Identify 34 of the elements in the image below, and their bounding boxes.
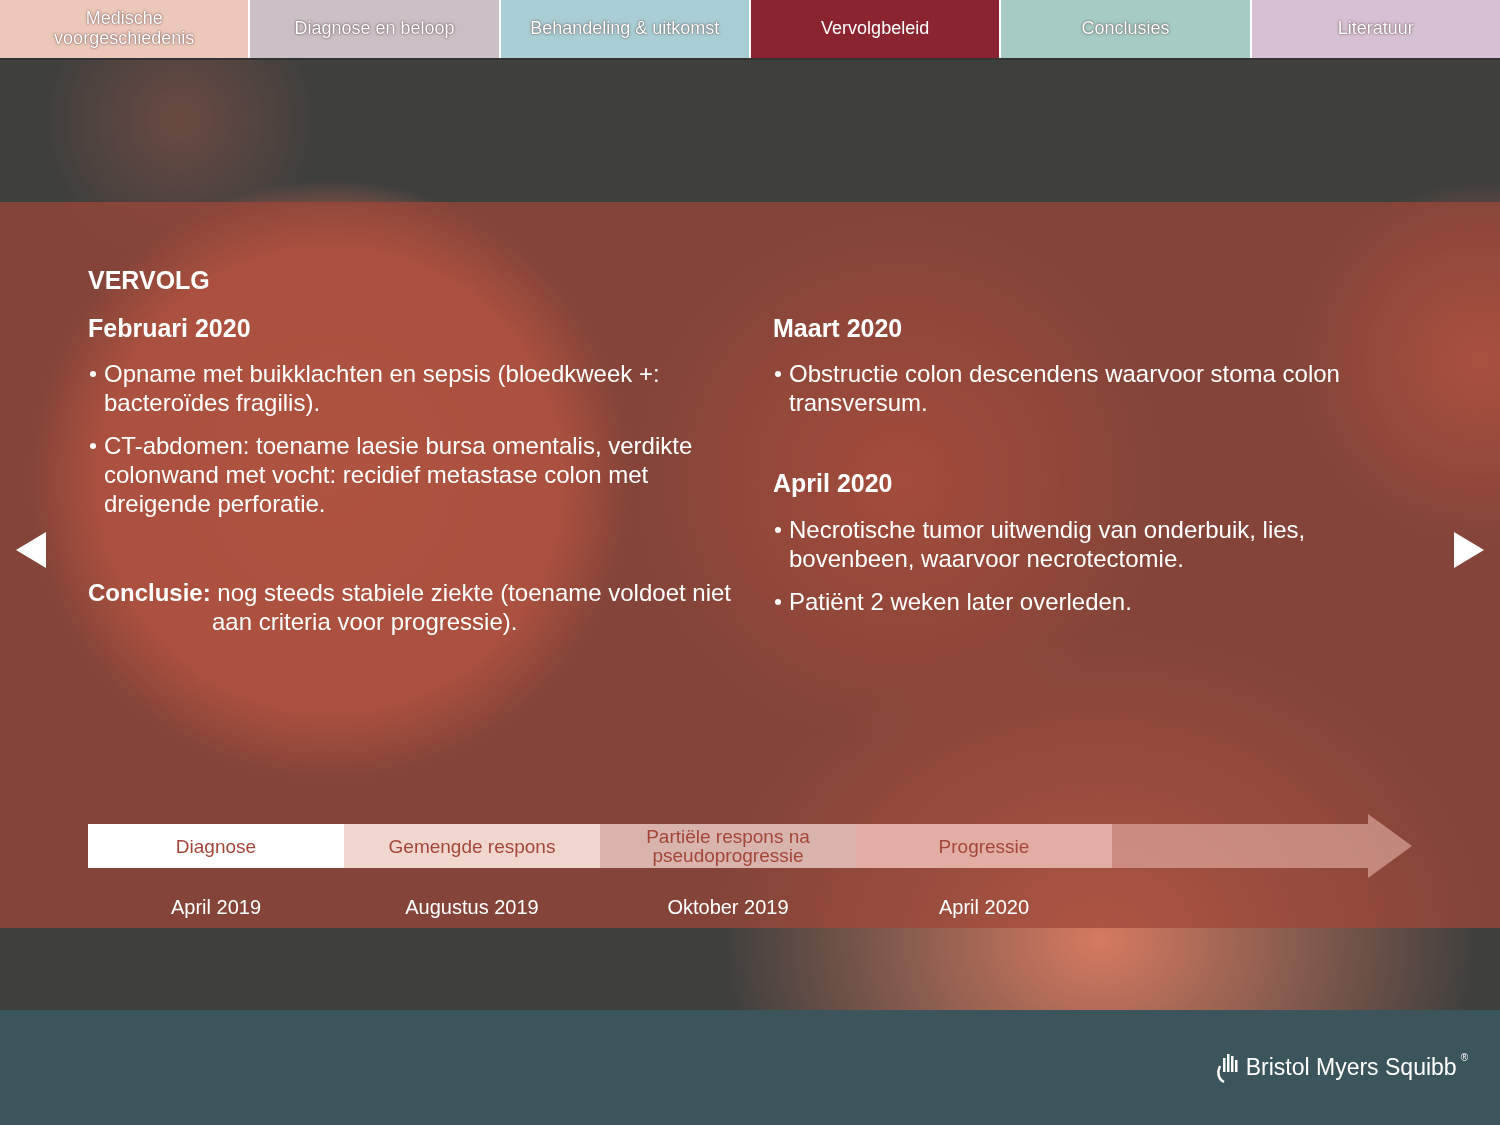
- section-heading: Maart 2020: [773, 312, 904, 344]
- timeline-arrow-icon: [1112, 814, 1412, 878]
- section-heading: April 2020: [773, 468, 894, 499]
- timeline-stage: Progressie: [856, 824, 1112, 868]
- bullet-icon: [775, 598, 781, 605]
- bullet-icon: [90, 371, 96, 377]
- section-heading: Februari 2020: [88, 312, 252, 344]
- trademark-mark: ®: [1460, 1051, 1468, 1066]
- bullet-text: Opname met buikklachten en sepsis (bloedkweek +: bacteroïdes fragilis).: [104, 359, 661, 417]
- nav-tab[interactable]: Literatuur: [1251, 0, 1500, 58]
- nav-tab[interactable]: Medische voorgeschiedenis: [0, 0, 249, 58]
- section-title: VERVOLG: [88, 265, 211, 296]
- timeline-stage: Diagnose: [88, 824, 344, 868]
- nav-tab[interactable]: Conclusies: [1001, 0, 1250, 58]
- bullet-text: CT-abdomen: toename laesie bursa omentalis, verdikte colonwand met vocht: recidief metastase colon met dreigende perforatie.: [104, 431, 694, 518]
- timeline-date: April 2020: [937, 895, 1031, 920]
- timeline-stage: Partiële respons na pseudoprogressie: [600, 824, 856, 868]
- nav-tab[interactable]: Diagnose en beloop: [250, 0, 499, 58]
- timeline-date: Oktober 2019: [666, 895, 790, 920]
- timeline-date: April 2019: [169, 895, 263, 920]
- next-arrow-icon[interactable]: [1452, 530, 1486, 570]
- bullet-icon: [90, 443, 96, 449]
- timeline-date: Augustus 2019: [404, 895, 540, 920]
- bullet-icon: [775, 371, 781, 377]
- bullet-text: Patiënt 2 weken later overleden.: [789, 586, 1132, 616]
- timeline-stage: Gemengde respons: [344, 824, 600, 868]
- bullet-icon: [775, 526, 781, 533]
- conclusion-text: Conclusie: nog steeds stabiele ziekte (toename voldoet niet aan criteria voor progressie).: [88, 578, 732, 636]
- previous-arrow-icon[interactable]: [14, 530, 48, 570]
- nav-tab[interactable]: Vervolgbeleid: [751, 0, 1000, 58]
- nav-tab[interactable]: Behandeling & uitkomst: [500, 0, 749, 58]
- bullet-text: Obstructie colon descendens waarvoor stoma colon transversum.: [789, 359, 1341, 417]
- bullet-text: Necrotische tumor uitwendig van onderbuik, lies, bovenbeen, waarvoor necrotectomie.: [789, 514, 1307, 573]
- brand-name: Bristol Myers Squibb: [1245, 1053, 1457, 1083]
